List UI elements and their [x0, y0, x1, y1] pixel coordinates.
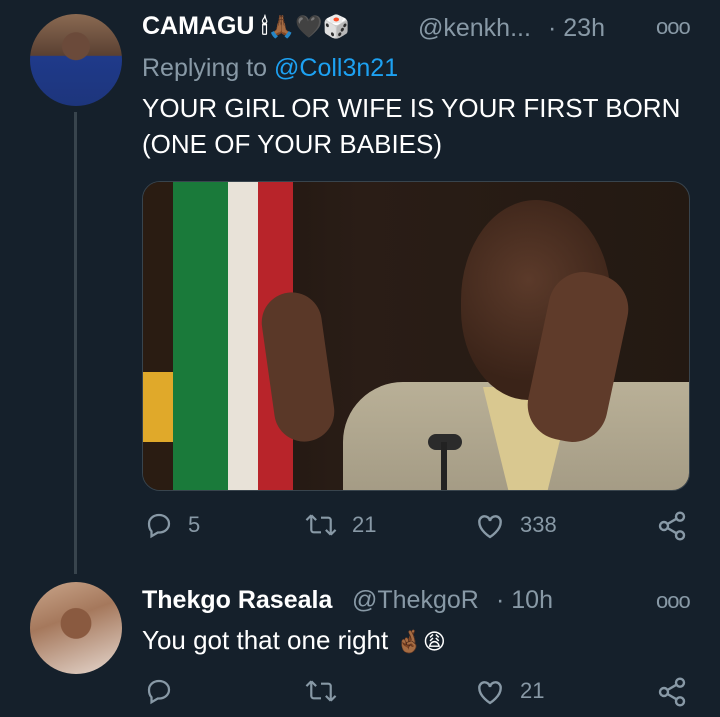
reply-count: 5 — [188, 512, 201, 537]
like-count: 21 — [520, 678, 545, 703]
name-emojis: 🕯🙏🏾🖤🎲 — [261, 15, 350, 40]
share-icon — [656, 510, 688, 542]
share-button[interactable] — [656, 676, 688, 708]
retweet-button[interactable]: 21 — [304, 510, 376, 540]
avatar[interactable] — [30, 582, 122, 674]
retweet-count: 21 — [352, 512, 377, 537]
tweet-text: You got that one right 🤞🏾😩 — [142, 622, 446, 661]
retweet-button[interactable] — [304, 676, 338, 706]
like-button[interactable]: 338 — [474, 510, 557, 540]
reply-button[interactable]: 5 — [144, 510, 200, 540]
tweet-time[interactable]: · 10h — [496, 586, 553, 615]
more-icon[interactable]: ooo — [656, 14, 691, 40]
avatar[interactable] — [30, 14, 122, 106]
tweet-text-line-1: YOUR GIRL OR WIFE IS YOUR FIRST BORN — [142, 93, 681, 123]
reply-icon — [144, 676, 174, 706]
replying-to: Replying to @Coll3n21 — [142, 54, 398, 83]
author-handle[interactable]: @ThekgoR — [352, 586, 479, 615]
share-button[interactable] — [656, 510, 688, 542]
author-name[interactable]: CAMAGU 🕯🙏🏾🖤🎲 — [142, 12, 350, 41]
tweet-time[interactable]: · 23h — [548, 14, 605, 43]
retweet-icon — [304, 676, 338, 706]
like-count: 338 — [520, 512, 557, 537]
like-icon — [474, 676, 506, 706]
replying-to-label: Replying to — [142, 54, 268, 82]
replying-to-link[interactable]: @Coll3n21 — [274, 54, 398, 82]
author-name[interactable]: Thekgo Raseala — [142, 586, 332, 615]
author-name-text: CAMAGU — [142, 12, 255, 40]
tweet-text-line-2: (ONE OF YOUR BABIES) — [142, 129, 443, 159]
share-icon — [656, 676, 688, 708]
retweet-icon — [304, 510, 338, 540]
microphone-stand — [441, 442, 447, 490]
tweet-media[interactable] — [142, 181, 690, 491]
like-button[interactable]: 21 — [474, 676, 544, 706]
tweet-text-emojis: 🤞🏾😩 — [395, 630, 446, 655]
author-handle[interactable]: @kenkh... — [418, 14, 531, 43]
thread-line — [74, 112, 77, 574]
reply-button[interactable] — [144, 676, 174, 706]
reply-icon — [144, 510, 174, 540]
like-icon — [474, 510, 506, 540]
tweet-text-content: You got that one right — [142, 625, 389, 655]
more-icon[interactable]: ooo — [656, 588, 691, 614]
